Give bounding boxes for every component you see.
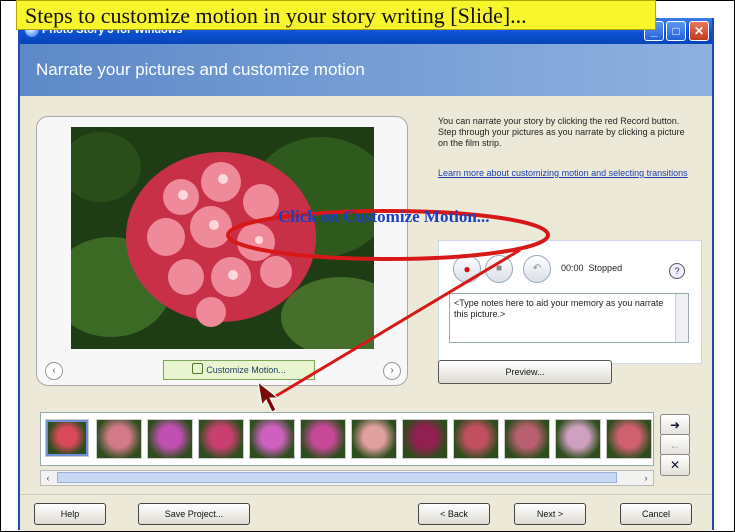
customize-motion-label: Customize Motion... — [206, 365, 286, 375]
remove-picture-button[interactable]: ✕ — [660, 454, 690, 476]
undo-button[interactable]: ↶ — [523, 255, 551, 283]
filmstrip-thumbnail[interactable] — [198, 419, 244, 459]
customize-motion-button[interactable]: Customize Motion... — [163, 360, 315, 380]
record-button[interactable]: ● — [453, 255, 481, 283]
filmstrip-thumbnail[interactable] — [147, 419, 193, 459]
flower-image — [71, 127, 374, 349]
scroll-left-arrow[interactable]: ‹ — [41, 471, 55, 485]
next-picture-button[interactable]: › — [383, 362, 401, 380]
notes-scrollbar[interactable] — [675, 294, 688, 342]
filmstrip-thumbnail[interactable] — [300, 419, 346, 459]
narration-panel: ● ■ ↶ 00:00 Stopped ? <Type notes here t… — [438, 240, 702, 364]
preview-panel: ‹ › Customize Motion... — [36, 116, 408, 386]
filmstrip-thumbnail[interactable] — [555, 419, 601, 459]
instructions-text: You can narrate your story by clicking t… — [438, 116, 685, 148]
recording-state: Stopped — [588, 263, 623, 273]
filmstrip-thumbnail[interactable] — [402, 419, 448, 459]
recording-status: 00:00 Stopped — [561, 263, 622, 273]
help-button[interactable]: Help — [34, 503, 106, 525]
page-header: Narrate your pictures and customize moti… — [20, 44, 712, 96]
filmstrip-thumbnail[interactable] — [606, 419, 652, 459]
help-icon[interactable]: ? — [669, 263, 685, 279]
next-button[interactable]: Next > — [514, 503, 586, 525]
cancel-button[interactable]: Cancel — [620, 503, 692, 525]
filmstrip-thumbnail[interactable] — [96, 419, 142, 459]
app-window: Photo Story 3 for Windows _ □ ✕ Narrate … — [18, 18, 714, 531]
record-icon: ● — [463, 262, 471, 276]
preview-button[interactable]: Preview... — [438, 360, 612, 384]
scroll-thumb[interactable] — [57, 472, 617, 483]
learn-more-link[interactable]: Learn more about customizing motion and … — [438, 168, 696, 179]
caption-banner: Steps to customize motion in your story … — [16, 0, 656, 30]
page-title: Narrate your pictures and customize moti… — [36, 60, 365, 79]
recording-time: 00:00 — [561, 263, 584, 273]
move-left-button[interactable]: ← — [660, 434, 690, 456]
motion-icon — [192, 363, 204, 374]
scroll-right-arrow[interactable]: › — [639, 471, 653, 485]
preview-photo — [71, 127, 374, 349]
filmstrip-thumbnail[interactable] — [351, 419, 397, 459]
film-strip — [40, 412, 654, 466]
notes-placeholder: <Type notes here to aid your memory as y… — [454, 298, 664, 319]
filmstrip-thumbnail[interactable] — [504, 419, 550, 459]
save-project-button[interactable]: Save Project... — [138, 503, 250, 525]
filmstrip-thumbnail[interactable] — [45, 419, 89, 457]
wizard-footer: Help Save Project... < Back Next > Cance… — [20, 494, 712, 531]
filmstrip-thumbnail[interactable] — [453, 419, 499, 459]
back-button[interactable]: < Back — [418, 503, 490, 525]
previous-picture-button[interactable]: ‹ — [45, 362, 63, 380]
maximize-button[interactable]: □ — [666, 21, 686, 41]
notes-textarea[interactable]: <Type notes here to aid your memory as y… — [449, 293, 689, 343]
filmstrip-scrollbar[interactable]: ‹ › — [40, 470, 654, 486]
stop-button[interactable]: ■ — [485, 255, 513, 283]
close-button[interactable]: ✕ — [689, 21, 709, 41]
move-right-button[interactable]: ➜ — [660, 414, 690, 436]
filmstrip-thumbnail[interactable] — [249, 419, 295, 459]
